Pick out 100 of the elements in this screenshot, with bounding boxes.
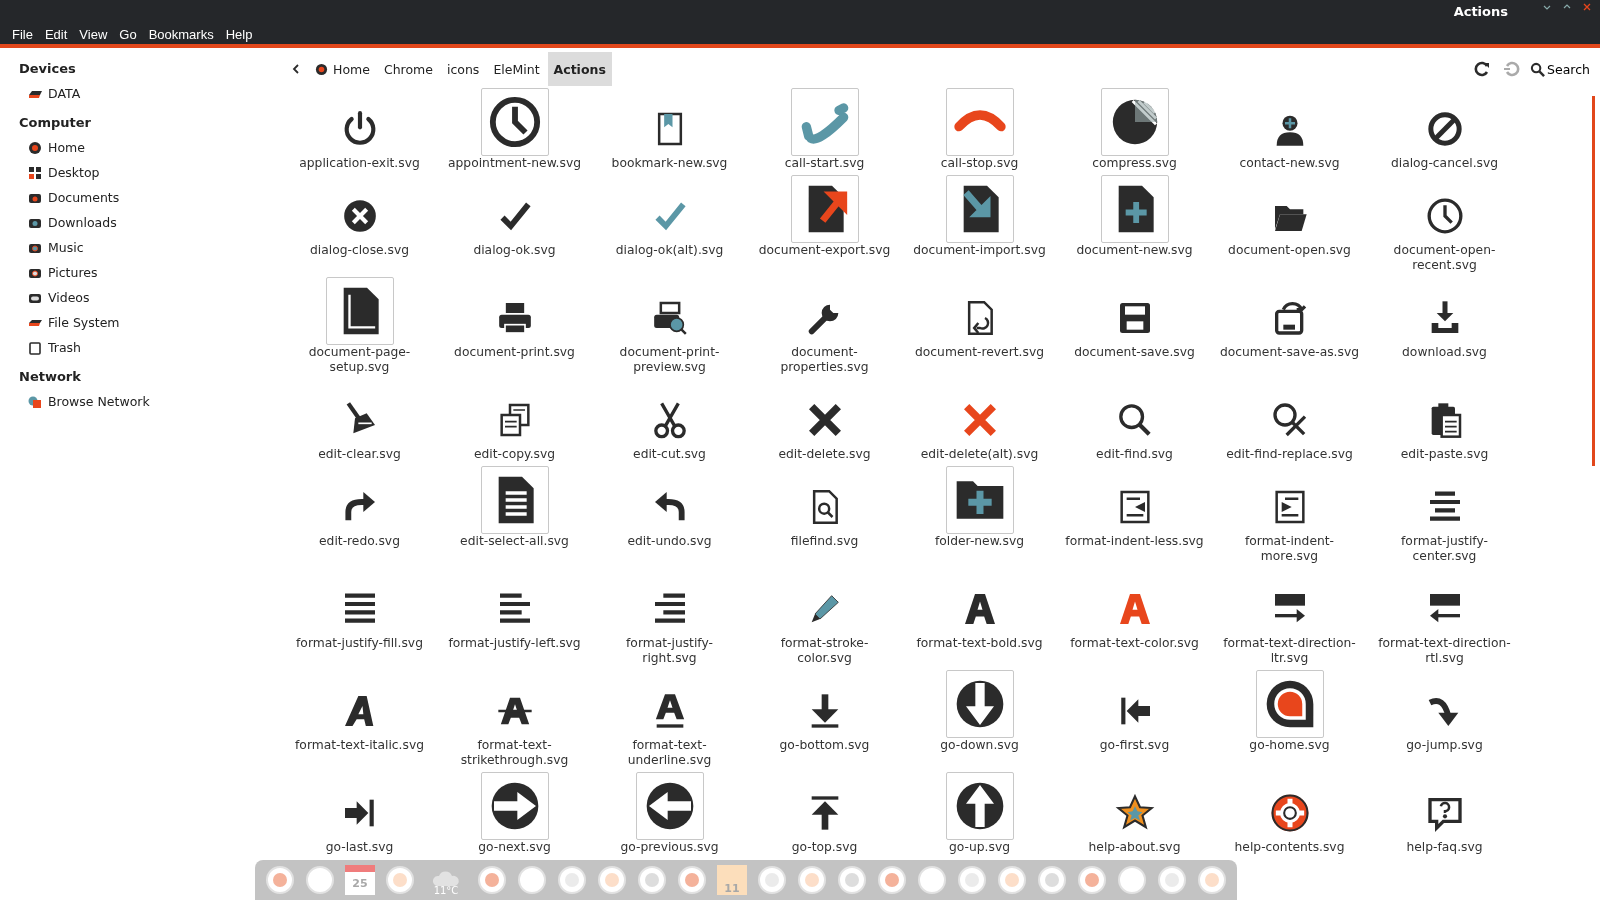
search-button[interactable]: Search: [1528, 61, 1592, 77]
file-name[interactable]: document-open-recent.svg: [1374, 243, 1515, 273]
file-name[interactable]: document-save.svg: [1074, 345, 1195, 360]
app-icon[interactable]: [677, 865, 707, 895]
file-name[interactable]: document-import.svg: [913, 243, 1046, 258]
app-icon[interactable]: [597, 865, 627, 895]
file-name[interactable]: go-last.svg: [325, 840, 394, 855]
forward-icon[interactable]: [1504, 61, 1521, 77]
thumbnail-frame[interactable]: [1100, 175, 1169, 243]
file-name[interactable]: format-indent-more.svg: [1219, 534, 1360, 564]
file-name[interactable]: go-home.svg: [1249, 738, 1330, 753]
path-button[interactable]: Home: [309, 52, 376, 86]
thumbnail-frame[interactable]: [480, 88, 549, 156]
menu-item[interactable]: Edit: [38, 27, 74, 42]
file-name[interactable]: format-indent-less.svg: [1065, 534, 1204, 549]
app-icon[interactable]: [1117, 865, 1147, 895]
thumbnail-frame[interactable]: [945, 175, 1014, 243]
file-name[interactable]: format-text-color.svg: [1070, 636, 1199, 651]
file-name[interactable]: dialog-cancel.svg: [1390, 156, 1499, 171]
menu-item[interactable]: View: [73, 27, 114, 42]
path-button[interactable]: Actions: [547, 52, 612, 86]
thumbnail-frame[interactable]: [1100, 88, 1169, 156]
file-name[interactable]: edit-delete.svg: [778, 447, 871, 462]
app-icon[interactable]: [997, 865, 1027, 895]
file-name[interactable]: document-open.svg: [1228, 243, 1351, 258]
app-icon[interactable]: [837, 865, 867, 895]
file-name[interactable]: format-stroke-color.svg: [754, 636, 895, 666]
app-icon[interactable]: [1157, 865, 1187, 895]
file-name[interactable]: edit-find.svg: [1096, 447, 1173, 462]
menu-item[interactable]: Help: [219, 27, 259, 42]
file-name[interactable]: download.svg: [1402, 345, 1487, 360]
file-name[interactable]: format-text-underline.svg: [599, 738, 740, 768]
app-icon[interactable]: [477, 865, 507, 895]
app-icon[interactable]: [917, 865, 947, 895]
file-name[interactable]: go-first.svg: [1099, 738, 1170, 753]
sidebar-item[interactable]: Pictures: [48, 264, 98, 281]
app-icon[interactable]: [557, 865, 587, 895]
app-icon[interactable]: [1077, 865, 1107, 895]
app-icon[interactable]: [305, 865, 335, 895]
file-name[interactable]: edit-find-replace.svg: [1226, 447, 1353, 462]
menu-item[interactable]: Go: [113, 27, 143, 42]
file-name[interactable]: application-exit.svg: [299, 156, 420, 171]
file-name[interactable]: go-top.svg: [791, 840, 858, 855]
thumbnail-frame[interactable]: [945, 88, 1014, 156]
file-name[interactable]: format-text-strikethrough.svg: [444, 738, 585, 768]
file-name[interactable]: contact-new.svg: [1239, 156, 1340, 171]
file-name[interactable]: call-stop.svg: [940, 156, 1019, 171]
sidebar-item[interactable]: DATA: [48, 85, 81, 102]
file-name[interactable]: format-text-bold.svg: [916, 636, 1043, 651]
file-name[interactable]: format-justify-center.svg: [1374, 534, 1515, 564]
sidebar-item[interactable]: Downloads: [48, 214, 117, 231]
file-name[interactable]: document-save-as.svg: [1219, 345, 1359, 360]
sidebar-item[interactable]: Desktop: [48, 164, 100, 181]
app-icon[interactable]: [877, 865, 907, 895]
file-name[interactable]: bookmark-new.svg: [611, 156, 728, 171]
file-name[interactable]: edit-copy.svg: [473, 447, 556, 462]
file-name[interactable]: edit-delete(alt).svg: [920, 447, 1039, 462]
file-name[interactable]: format-text-italic.svg: [295, 738, 424, 753]
close-icon[interactable]: [1582, 2, 1592, 12]
thumbnail-frame[interactable]: [1255, 670, 1324, 738]
app-icon[interactable]: [957, 865, 987, 895]
file-name[interactable]: go-down.svg: [940, 738, 1019, 753]
file-name[interactable]: document-export.svg: [758, 243, 891, 258]
file-name[interactable]: folder-new.svg: [934, 534, 1024, 549]
sidebar-item[interactable]: Videos: [48, 289, 90, 306]
sidebar-item[interactable]: Home: [48, 139, 85, 156]
sidebar-item[interactable]: Documents: [48, 189, 120, 206]
file-name[interactable]: edit-redo.svg: [319, 534, 400, 549]
file-name[interactable]: edit-undo.svg: [627, 534, 712, 549]
file-name[interactable]: edit-cut.svg: [633, 447, 706, 462]
file-name[interactable]: help-about.svg: [1088, 840, 1181, 855]
reload-icon[interactable]: [1474, 61, 1491, 77]
menu-item[interactable]: Bookmarks: [142, 27, 220, 42]
file-name[interactable]: go-jump.svg: [1406, 738, 1483, 753]
path-button[interactable]: Chrome: [377, 52, 439, 86]
thumbnail-frame[interactable]: [945, 772, 1014, 840]
file-name[interactable]: document-properties.svg: [754, 345, 895, 375]
file-name[interactable]: help-contents.svg: [1234, 840, 1345, 855]
sidebar-item[interactable]: File System: [48, 314, 120, 331]
file-name[interactable]: go-next.svg: [478, 840, 551, 855]
file-name[interactable]: document-page-setup.svg: [289, 345, 430, 375]
file-name[interactable]: dialog-ok.svg: [473, 243, 556, 258]
file-name[interactable]: document-new.svg: [1076, 243, 1193, 258]
sidebar-item[interactable]: Browse Network: [48, 393, 150, 410]
file-name[interactable]: go-previous.svg: [620, 840, 719, 855]
thumbnail-frame[interactable]: [325, 277, 394, 345]
file-name[interactable]: format-text-direction-rtl.svg: [1374, 636, 1515, 666]
thumbnail-frame[interactable]: [480, 772, 549, 840]
app-icon[interactable]: [265, 865, 295, 895]
file-name[interactable]: format-justify-left.svg: [448, 636, 581, 651]
scrollbar-thumb[interactable]: [1592, 96, 1595, 466]
path-button[interactable]: icons: [440, 52, 486, 86]
app-icon[interactable]: [637, 865, 667, 895]
thumbnail-frame[interactable]: [635, 772, 704, 840]
thumbnail-frame[interactable]: [790, 88, 859, 156]
file-name[interactable]: edit-clear.svg: [318, 447, 401, 462]
file-name[interactable]: help-faq.svg: [1406, 840, 1483, 855]
thumbnail-frame[interactable]: [945, 670, 1014, 738]
file-name[interactable]: format-justify-fill.svg: [296, 636, 423, 651]
file-name[interactable]: document-print.svg: [454, 345, 575, 360]
